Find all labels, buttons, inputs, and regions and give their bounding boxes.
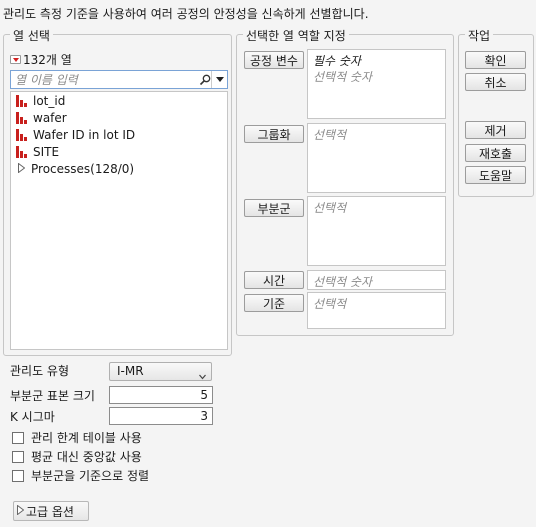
checkbox-label: 부분군을 기준으로 정렬	[31, 469, 150, 483]
red-triangle-menu-icon[interactable]	[10, 55, 21, 64]
group-by-button[interactable]: 그룹화	[244, 125, 304, 143]
chevron-down-icon	[199, 368, 206, 380]
roles-legend: 선택한 열 역할 지정	[243, 27, 349, 44]
role-hint-optional: 선택적 숫자	[313, 275, 373, 289]
baseline-drop-zone[interactable]: 선택적	[307, 292, 446, 329]
list-item[interactable]: Processes(128/0)	[11, 160, 227, 177]
advanced-options-toggle[interactable]: 고급 옵션	[13, 501, 89, 521]
select-columns-panel: 열 선택 132개 열 lot_id wafer	[3, 27, 232, 356]
column-name: wafer	[33, 110, 67, 125]
role-hint-optional: 선택적	[313, 201, 347, 215]
column-search-input[interactable]	[11, 71, 181, 88]
ok-button[interactable]: 확인	[465, 51, 526, 69]
role-hint-optional: 선택적	[313, 297, 347, 311]
k-sigma-field[interactable]: 3	[109, 407, 213, 425]
subgroup-size-label: 부분군 표본 크기	[10, 389, 95, 403]
column-list[interactable]: lot_id wafer Wafer ID in lot ID SITE Pro…	[10, 91, 228, 350]
subgroup-size-field[interactable]: 5	[109, 386, 213, 404]
use-limits-table-checkbox-row[interactable]: 관리 한계 테이블 사용	[12, 430, 142, 445]
advanced-options-label: 고급 옵션	[26, 504, 74, 519]
bar-chart-icon	[16, 111, 28, 124]
use-limits-table-checkbox[interactable]	[12, 431, 24, 444]
list-item[interactable]: wafer	[11, 109, 227, 126]
instruction-text: 관리도 측정 기준을 사용하여 여러 공정의 안정성을 신속하게 선별합니다.	[3, 7, 369, 21]
checkbox-label: 관리 한계 테이블 사용	[31, 431, 142, 445]
use-median-checkbox[interactable]	[12, 450, 24, 463]
column-group-name: Processes(128/0)	[31, 161, 135, 176]
sort-by-subgroup-checkbox[interactable]	[12, 469, 24, 482]
sort-by-subgroup-checkbox-row[interactable]: 부분군을 기준으로 정렬	[12, 468, 149, 483]
process-variables-drop-zone[interactable]: 필수 숫자 선택적 숫자	[307, 49, 446, 119]
search-options-dropdown-icon[interactable]	[211, 71, 227, 88]
column-name: lot_id	[33, 93, 66, 108]
role-hint-required: 필수 숫자	[313, 54, 361, 68]
action-legend: 작업	[465, 27, 494, 44]
list-item[interactable]: Wafer ID in lot ID	[11, 126, 227, 143]
role-hint-optional: 선택적 숫자	[313, 70, 373, 84]
k-sigma-label: K 시그마	[10, 410, 55, 424]
bar-chart-icon	[16, 94, 28, 107]
expand-triangle-icon[interactable]	[18, 162, 26, 176]
time-drop-zone[interactable]: 선택적 숫자	[307, 270, 446, 290]
subgroup-button[interactable]: 부분군	[244, 199, 304, 217]
time-button[interactable]: 시간	[244, 271, 304, 289]
column-name: Wafer ID in lot ID	[33, 127, 136, 142]
bar-chart-icon	[16, 128, 28, 141]
role-hint-optional: 선택적	[313, 128, 347, 142]
column-count-label: 132개 열	[23, 53, 72, 67]
use-median-checkbox-row[interactable]: 평균 대신 중앙값 사용	[12, 449, 142, 464]
list-item[interactable]: lot_id	[11, 92, 227, 109]
baseline-button[interactable]: 기준	[244, 294, 304, 312]
column-search-box	[10, 70, 228, 89]
chart-type-label: 관리도 유형	[10, 364, 70, 378]
remove-button[interactable]: 제거	[465, 121, 526, 139]
bar-chart-icon	[16, 145, 28, 158]
expand-triangle-icon	[17, 504, 25, 518]
column-name: SITE	[33, 144, 60, 159]
checkbox-label: 평균 대신 중앙값 사용	[31, 450, 142, 464]
select-columns-legend: 열 선택	[10, 27, 53, 44]
list-item[interactable]: SITE	[11, 143, 227, 160]
recall-button[interactable]: 재호출	[465, 144, 526, 162]
cancel-button[interactable]: 취소	[465, 73, 526, 91]
subgroup-drop-zone[interactable]: 선택적	[307, 196, 446, 266]
column-count-row: 132개 열	[10, 51, 72, 68]
chart-type-value: I-MR	[117, 364, 144, 378]
help-button[interactable]: 도움말	[465, 166, 526, 184]
process-variables-button[interactable]: 공정 변수	[244, 51, 304, 69]
chart-type-select[interactable]: I-MR	[109, 362, 212, 381]
group-by-drop-zone[interactable]: 선택적	[307, 123, 446, 193]
